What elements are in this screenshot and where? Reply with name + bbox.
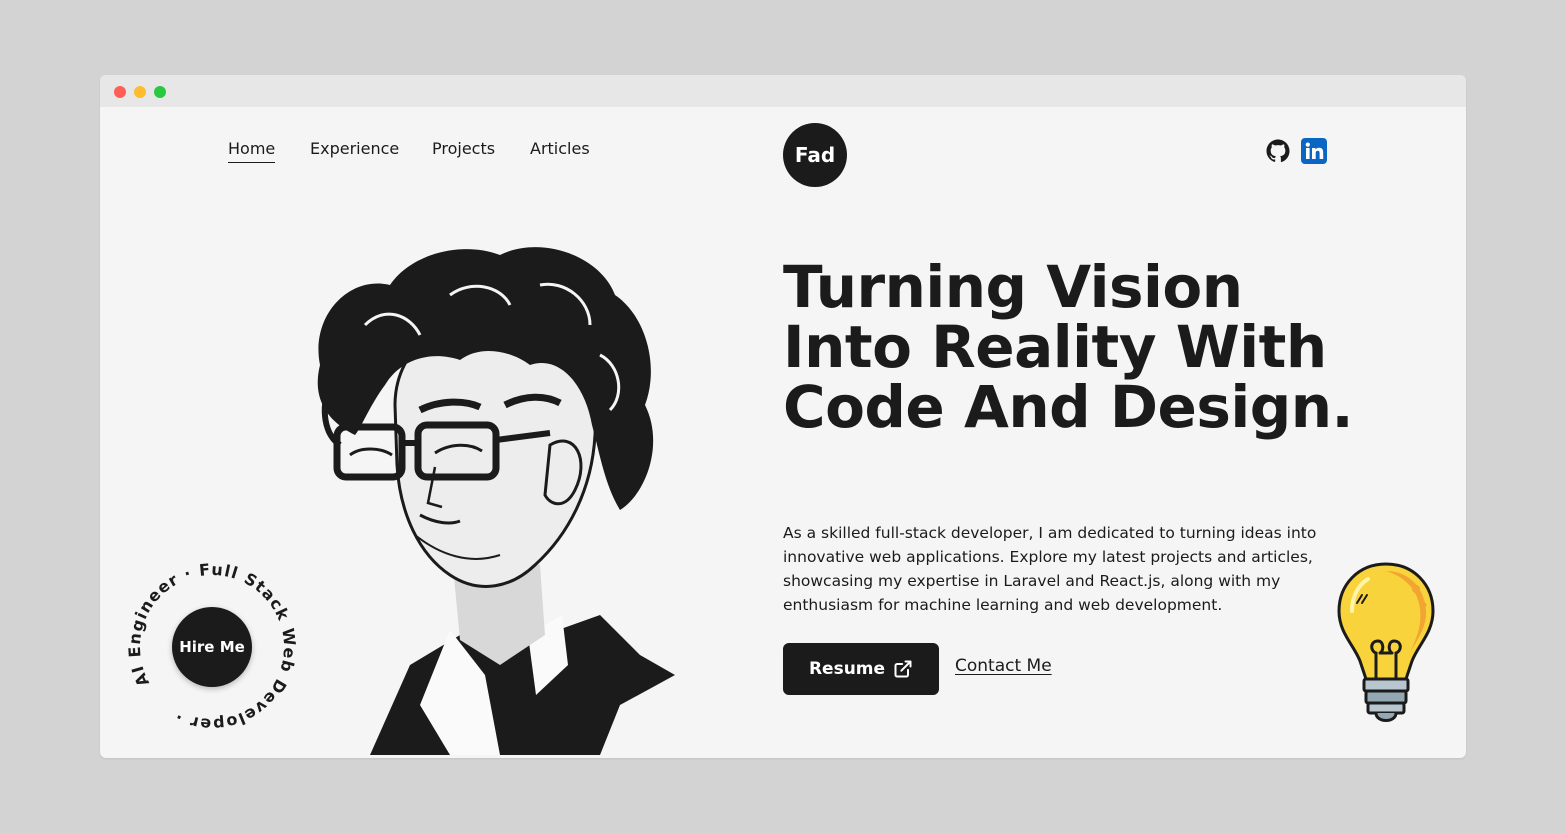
- nav-link-articles[interactable]: Articles: [530, 137, 590, 161]
- window-titlebar: [100, 75, 1466, 107]
- contact-me-link[interactable]: Contact Me: [955, 656, 1052, 676]
- minimize-window-button[interactable]: [134, 86, 146, 98]
- maximize-window-button[interactable]: [154, 86, 166, 98]
- lightbulb-icon: [1337, 562, 1435, 722]
- browser-window: Home Experience Projects Articles Fad Tu…: [100, 75, 1466, 758]
- resume-label: Resume: [808, 659, 886, 679]
- hero-headline: Turning Vision Into Reality With Code An…: [783, 253, 1354, 441]
- logo-text: Fad: [794, 143, 836, 167]
- hire-me-button[interactable]: Hire Me: [172, 607, 252, 687]
- github-icon[interactable]: [1266, 139, 1290, 163]
- close-window-button[interactable]: [114, 86, 126, 98]
- hire-me-label: Hire Me: [179, 638, 245, 656]
- hero-description: As a skilled full-stack developer, I am …: [783, 524, 1317, 614]
- site-logo[interactable]: Fad: [783, 123, 847, 187]
- hire-me-badge: AI Engineer · Full Stack Web Developer ·…: [100, 528, 331, 758]
- developer-portrait-illustration: [317, 247, 675, 755]
- linkedin-icon[interactable]: [1301, 138, 1327, 164]
- resume-button[interactable]: Resume: [783, 643, 939, 695]
- nav-link-home[interactable]: Home: [228, 137, 276, 163]
- nav-link-projects[interactable]: Projects: [432, 137, 495, 161]
- nav-link-experience[interactable]: Experience: [310, 137, 399, 161]
- external-link-icon: [894, 660, 912, 678]
